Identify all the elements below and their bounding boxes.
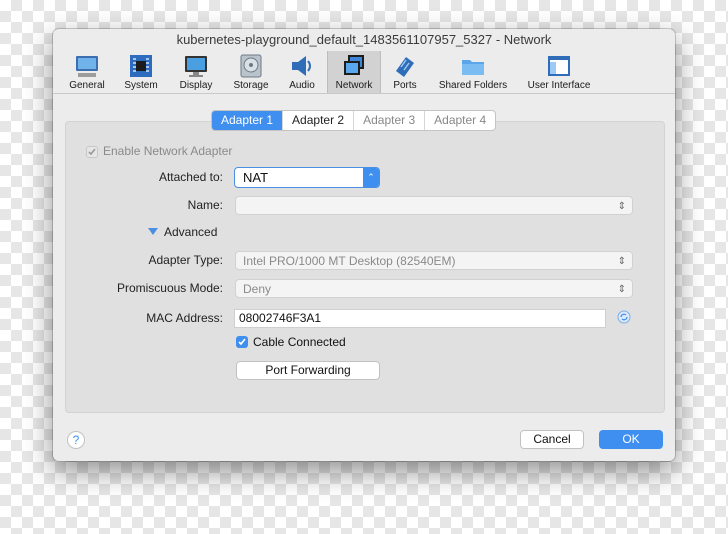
adapter-type-select[interactable]: Intel PRO/1000 MT Desktop (82540EM) ⇕ [235, 251, 633, 270]
settings-window: kubernetes-playground_default_1483561107… [53, 29, 675, 461]
toolbar-shared-folders[interactable]: Shared Folders [431, 51, 515, 93]
toolbar-audio[interactable]: Audio [280, 51, 324, 93]
tab-adapter-3[interactable]: Adapter 3 [354, 111, 426, 130]
attached-to-label: Attached to: [158, 170, 223, 184]
disclosure-triangle-icon[interactable] [148, 228, 158, 236]
shared-folders-icon [462, 60, 484, 75]
cable-connected-label: Cable Connected [253, 335, 346, 349]
attached-to-select[interactable]: NAT ⌃ [234, 167, 380, 188]
tab-adapter-4[interactable]: Adapter 4 [425, 111, 495, 130]
help-button[interactable]: ? [67, 431, 85, 449]
toolbar-display[interactable]: Display [171, 51, 221, 93]
checkmark-icon [88, 148, 96, 156]
mac-address-label: MAC Address: [146, 311, 223, 325]
checkmark-icon [238, 338, 246, 346]
name-select[interactable]: ⇕ [235, 196, 633, 215]
adapter-type-value: Intel PRO/1000 MT Desktop (82540EM) [243, 254, 456, 268]
ok-button[interactable]: OK [599, 430, 663, 449]
toolbar-network[interactable]: Network [327, 51, 381, 93]
adapter-tabs: Adapter 1 Adapter 2 Adapter 3 Adapter 4 [211, 110, 497, 131]
display-icon [185, 56, 207, 77]
advanced-label: Advanced [164, 225, 218, 239]
tab-adapter-1[interactable]: Adapter 1 [212, 111, 284, 130]
storage-icon [240, 54, 262, 78]
tab-adapter-2[interactable]: Adapter 2 [283, 111, 355, 130]
toolbar-system[interactable]: System [115, 51, 167, 93]
enable-adapter-checkbox[interactable] [86, 146, 98, 158]
select-stepper-icon: ⌃ [363, 168, 379, 187]
refresh-icon[interactable] [617, 310, 631, 324]
user-interface-icon [548, 56, 570, 76]
chevron-updown-icon: ⇕ [617, 201, 626, 212]
toolbar-ports[interactable]: Ports [383, 51, 427, 93]
toolbar-storage[interactable]: Storage [226, 51, 276, 93]
system-icon [130, 55, 152, 77]
name-label: Name: [187, 198, 223, 212]
audio-icon [292, 56, 311, 76]
toolbar-user-interface[interactable]: User Interface [521, 51, 597, 93]
network-icon [344, 55, 364, 75]
promiscuous-mode-value: Deny [243, 282, 272, 296]
general-icon [76, 56, 98, 77]
attached-to-value: NAT [243, 170, 269, 185]
mac-address-input[interactable]: 08002746F3A1 [234, 309, 606, 328]
settings-toolbar: General System Display Storage Audio Net… [53, 51, 675, 94]
port-forwarding-button[interactable]: Port Forwarding [236, 361, 380, 380]
adapter-type-label: Adapter Type: [148, 253, 224, 267]
promiscuous-mode-select[interactable]: Deny ⇕ [235, 279, 633, 298]
cancel-button[interactable]: Cancel [520, 430, 584, 449]
window-title: kubernetes-playground_default_1483561107… [176, 32, 552, 47]
enable-adapter-label: Enable Network Adapter [103, 144, 233, 158]
chevron-updown-icon: ⇕ [617, 256, 626, 267]
cable-connected-checkbox[interactable] [236, 336, 248, 348]
toolbar-general[interactable]: General [63, 51, 111, 93]
ports-icon [396, 57, 414, 77]
chevron-updown-icon: ⇕ [617, 284, 626, 295]
promiscuous-mode-label: Promiscuous Mode: [116, 281, 223, 295]
